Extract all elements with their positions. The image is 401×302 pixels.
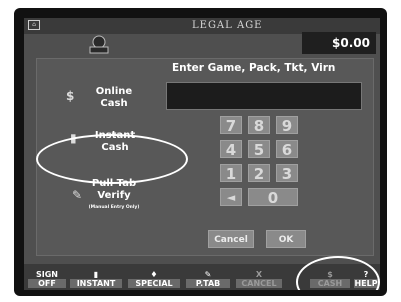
- online-cash-line1: Online: [95, 86, 133, 97]
- special-tab-button[interactable]: ♦ SPECIAL: [128, 270, 180, 288]
- backspace-key[interactable]: ◄: [220, 188, 242, 206]
- entry-prompt: Enter Game, Pack, Tkt, Virn: [172, 62, 336, 74]
- dealer-icon: [89, 35, 109, 54]
- key-2[interactable]: 2: [248, 164, 270, 183]
- key-8[interactable]: 8: [248, 116, 270, 135]
- highlight-circle-instant: [36, 134, 188, 184]
- cancel-tab-icon: X: [255, 270, 263, 279]
- key-4[interactable]: 4: [220, 140, 242, 159]
- sign-off-top: SIGN: [36, 270, 58, 279]
- highlight-circle-cash: [296, 256, 380, 290]
- instant-tab-icon: ▮: [93, 270, 99, 279]
- instant-tab-label: INSTANT: [70, 279, 122, 288]
- pen-icon: ✎: [72, 188, 83, 202]
- cancel-button[interactable]: Cancel: [208, 230, 254, 248]
- cancel-tab-button[interactable]: X CANCEL: [236, 270, 282, 288]
- key-5[interactable]: 5: [248, 140, 270, 159]
- balance-display: $0.00: [302, 32, 376, 54]
- ticket-entry-field[interactable]: [166, 82, 362, 110]
- legal-age-label: LEGAL AGE: [192, 20, 263, 31]
- dollar-sign-icon: $: [66, 89, 75, 103]
- terminal-screen: ⌂ LEGAL AGE $0.00 Enter Game, Pack, Tkt,…: [24, 18, 380, 290]
- pull-tab-note: (Manual Entry Only): [88, 205, 140, 210]
- pull-tab-line2: Verify: [97, 190, 131, 201]
- instant-tab-button[interactable]: ▮ INSTANT: [70, 270, 122, 288]
- pull-tab-tab-button[interactable]: ✎ P.TAB: [186, 270, 230, 288]
- sign-off-button[interactable]: SIGN OFF: [28, 270, 66, 288]
- key-1[interactable]: 1: [220, 164, 242, 183]
- online-cash-line2: Cash: [100, 98, 128, 109]
- pull-tab-tab-icon: ✎: [204, 270, 212, 279]
- ok-button[interactable]: OK: [266, 230, 306, 248]
- key-3[interactable]: 3: [276, 164, 298, 183]
- key-6[interactable]: 6: [276, 140, 298, 159]
- cancel-tab-label: CANCEL: [236, 279, 282, 288]
- online-cash-option[interactable]: $ Online Cash: [64, 86, 144, 110]
- key-0[interactable]: 0: [248, 188, 298, 207]
- key-7[interactable]: 7: [220, 116, 242, 135]
- special-tab-label: SPECIAL: [128, 279, 180, 288]
- pull-tab-tab-label: P.TAB: [186, 279, 230, 288]
- sign-off-label: OFF: [28, 279, 66, 288]
- corner-icon: ⌂: [28, 20, 40, 30]
- special-tab-icon: ♦: [150, 270, 158, 279]
- key-9[interactable]: 9: [276, 116, 298, 135]
